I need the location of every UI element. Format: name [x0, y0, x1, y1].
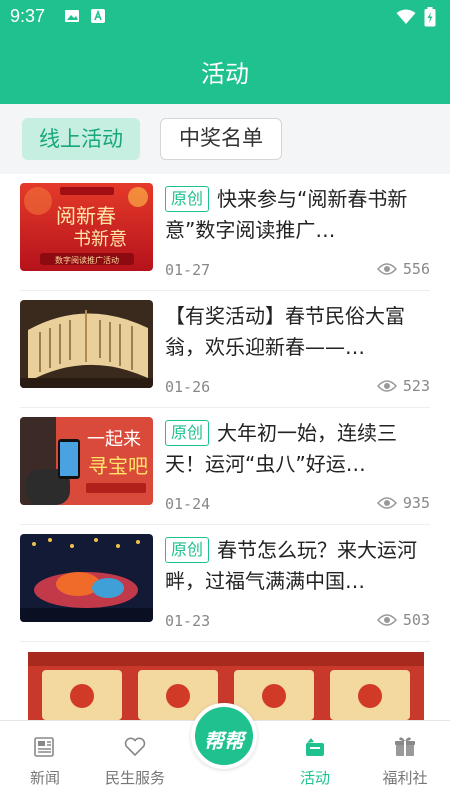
image-icon [65, 10, 79, 22]
original-badge: 原创 [165, 420, 210, 446]
battery-charging-icon [424, 7, 436, 27]
article-date: 01-27 [165, 261, 211, 279]
view-count: 556 [376, 260, 430, 278]
status-notification-icons [64, 8, 106, 24]
view-count: 523 [376, 377, 430, 395]
heart-icon [124, 737, 146, 757]
article-thumbnail [20, 300, 153, 388]
status-system-icons [396, 7, 436, 27]
thumb-text: 寻宝吧 [88, 454, 148, 478]
thumb-text: 数字阅读推广活动 [55, 255, 119, 265]
eye-icon [376, 380, 397, 392]
article-title: 【有奖活动】春节民俗大富翁，欢乐迎新春——… [165, 304, 405, 359]
page-title: 活动 [201, 60, 249, 88]
list-item[interactable]: 阅新春 书新意 数字阅读推广活动 原创 快来参与“阅新春书新意”数字阅读推广… 0… [20, 174, 430, 291]
nav-item-welfare[interactable]: 福利社 [360, 721, 450, 800]
nav-item-services[interactable]: 民生服务 [90, 721, 180, 800]
article-date: 01-24 [165, 495, 211, 513]
wifi-icon [396, 9, 416, 24]
tab-winner-list[interactable]: 中奖名单 [160, 118, 282, 160]
list-item[interactable]: 原创 春节怎么玩？来大运河畔，过福气满满中国… 01-23 503 [20, 525, 430, 642]
article-title: 原创 快来参与“阅新春书新意”数字阅读推广… [165, 186, 408, 242]
article-date: 01-23 [165, 612, 211, 630]
article-thumbnail: 一起来 寻宝吧 [20, 417, 153, 505]
status-time: 9:37 [10, 6, 46, 26]
thumb-text: 一起来 [87, 429, 141, 450]
newspaper-icon [34, 737, 54, 757]
original-badge: 原创 [165, 186, 210, 212]
article-title: 原创 春节怎么玩？来大运河畔，过福气满满中国… [165, 537, 418, 593]
nav-item-activities[interactable]: 活动 [270, 721, 360, 800]
tab-online-activities[interactable]: 线上活动 [22, 118, 140, 160]
thumb-text: 阅新春 [56, 204, 116, 228]
status-bar: 9:37 [0, 0, 450, 34]
eye-icon [376, 263, 397, 275]
article-thumbnail: 阅新春 书新意 数字阅读推广活动 [20, 183, 153, 271]
article-thumbnail [20, 534, 153, 622]
font-a-icon [91, 9, 105, 23]
nav-item-news[interactable]: 新闻 [0, 721, 90, 800]
help-center-label: 帮帮 [204, 729, 244, 753]
thumb-text: 书新意 [73, 229, 127, 250]
view-count: 503 [376, 611, 430, 629]
app-header: 活动 [0, 34, 450, 104]
article-date: 01-26 [165, 378, 211, 396]
list-item[interactable]: 一起来 寻宝吧 原创 大年初一始，连续三天！运河“虫八”好运… 01-24 935 [20, 408, 430, 525]
article-title: 原创 大年初一始，连续三天！运河“虫八”好运… [165, 420, 398, 476]
tab-bar: 线上活动 中奖名单 [0, 104, 450, 174]
gift-icon [395, 737, 415, 756]
eye-icon [376, 614, 397, 626]
original-badge: 原创 [165, 537, 210, 563]
help-center-button[interactable]: 帮帮 [191, 703, 257, 769]
article-list: 阅新春 书新意 数字阅读推广活动 原创 快来参与“阅新春书新意”数字阅读推广… 0… [0, 174, 450, 720]
eye-icon [376, 497, 397, 509]
activity-bag-icon [306, 738, 324, 756]
list-item[interactable]: 【有奖活动】春节民俗大富翁，欢乐迎新春——… 01-26 523 [20, 291, 430, 408]
bottom-nav: 新闻 民生服务 帮帮 活动 福利社 [0, 703, 450, 800]
view-count: 935 [376, 494, 430, 512]
